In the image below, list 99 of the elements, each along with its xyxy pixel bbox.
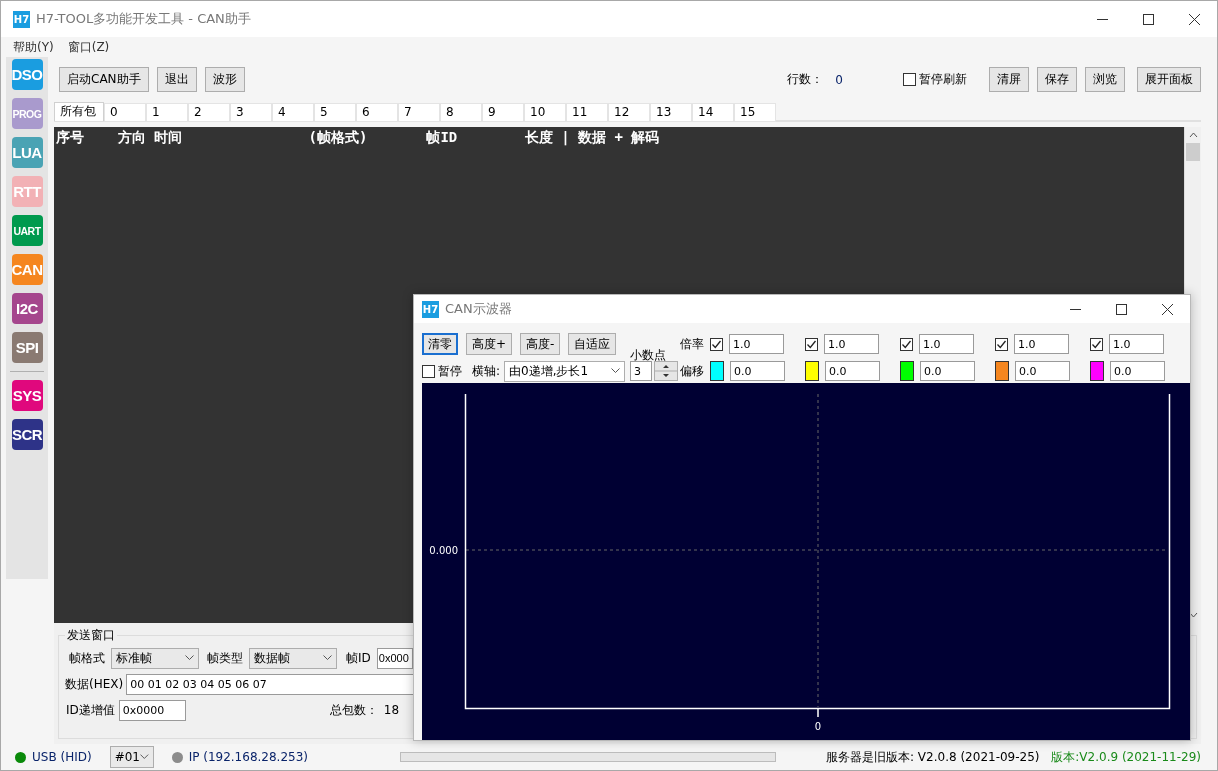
y-tick-label: 0.000	[429, 545, 458, 556]
total-count: 18	[383, 703, 400, 718]
toolbar-button[interactable]: 清屏	[989, 67, 1029, 93]
window-title: H7-TOOL多功能开发工具 - CAN助手	[36, 10, 252, 28]
input-field[interactable]: 0x0000	[118, 699, 186, 721]
tab[interactable]: 1	[146, 102, 188, 122]
checkbox[interactable]	[995, 337, 1008, 351]
tool-badge[interactable]: I2C	[11, 293, 43, 324]
tab[interactable]: 11	[566, 102, 608, 122]
scale-field[interactable]: 1.0	[919, 334, 974, 354]
server-version: 服务器是旧版本: V2.0.8 (2021-09-25)	[826, 748, 1040, 766]
dropdown[interactable]: 数据帧	[249, 647, 337, 669]
toolbar-button[interactable]: 启动CAN助手	[59, 67, 149, 93]
scale-field[interactable]: 1.0	[729, 334, 784, 354]
field-label: 数据(HEX)	[65, 675, 124, 693]
offset-field[interactable]: 0.0	[1015, 361, 1070, 381]
tab[interactable]: 5	[314, 102, 356, 122]
spinner-arrows-icon[interactable]	[654, 361, 678, 381]
tab[interactable]: 6	[356, 102, 398, 122]
tab[interactable]: 所有包	[54, 101, 104, 121]
tool-badge[interactable]: SCR	[11, 419, 43, 450]
checkbox[interactable]	[710, 337, 723, 351]
input-field[interactable]: 0x000	[376, 647, 413, 669]
tab[interactable]: 7	[398, 102, 440, 122]
tool-badge[interactable]: UART	[11, 215, 43, 246]
offset-label: 偏移	[680, 362, 704, 380]
checkbox[interactable]	[805, 337, 818, 351]
scroll-thumb[interactable]	[1186, 142, 1200, 161]
total-label: 总包数：	[329, 701, 378, 719]
field-label: 帧类型	[207, 649, 243, 667]
app-version: 版本:V2.0.9 (2021-11-29)	[1051, 748, 1201, 766]
channel-color-swatch[interactable]	[995, 361, 1009, 381]
scale-label: 倍率	[680, 335, 704, 353]
channel-color-swatch[interactable]	[710, 361, 724, 381]
app-logo: H7	[13, 10, 30, 28]
offset-field[interactable]: 0.0	[825, 361, 880, 381]
field-label: 帧格式	[69, 649, 105, 667]
checkbox[interactable]	[900, 337, 913, 351]
device-dropdown[interactable]: #01	[109, 746, 154, 768]
tab[interactable]: 12	[608, 102, 650, 122]
close-icon	[1188, 13, 1200, 25]
toolbar-button[interactable]: 波形	[204, 67, 245, 93]
checkbox[interactable]: 暂停刷新	[903, 71, 967, 89]
field-label: 帧ID	[346, 649, 371, 667]
x-axis-dropdown[interactable]: 由0递增,步长1	[504, 360, 626, 382]
toolbar-button[interactable]: 退出	[156, 67, 197, 93]
toolbar-button[interactable]: 展开面板	[1137, 67, 1201, 93]
toolbar-button[interactable]: 浏览	[1085, 67, 1125, 93]
tab[interactable]: 9	[482, 102, 524, 122]
field-label: ID递增值	[66, 701, 115, 719]
chevron-down-icon	[611, 368, 621, 374]
checkbox[interactable]: 暂停	[422, 362, 462, 380]
scale-field[interactable]: 1.0	[824, 334, 879, 354]
log-header: 序号 方向 时间 (帧格式) 帧ID 长度 | 数据 + 解码	[56, 128, 661, 147]
decimals-field[interactable]: 3	[630, 361, 652, 381]
group-title: 发送窗口	[66, 626, 116, 644]
row-count: 0	[835, 72, 843, 87]
offset-field[interactable]: 0.0	[1110, 361, 1165, 381]
tab[interactable]: 8	[440, 102, 482, 122]
tab[interactable]: 2	[188, 102, 230, 122]
toolbar-button[interactable]: 保存	[1037, 67, 1077, 93]
x-tick-label: 0	[814, 721, 822, 732]
maximize-icon	[1115, 303, 1127, 315]
window-title: CAN示波器	[445, 300, 513, 318]
usb-status: USB (HID)	[32, 750, 92, 764]
scale-field[interactable]: 1.0	[1014, 334, 1069, 354]
channel-color-swatch[interactable]	[900, 361, 914, 381]
scope-button[interactable]: 高度-	[520, 333, 561, 355]
tab[interactable]: 0	[104, 102, 146, 122]
chevron-down-icon	[323, 655, 332, 662]
tool-badge[interactable]: SYS	[11, 380, 43, 411]
scale-field[interactable]: 1.0	[1109, 334, 1164, 354]
app-logo: H7	[422, 300, 439, 318]
checkbox[interactable]	[1090, 337, 1103, 351]
chevron-down-icon	[185, 655, 194, 662]
close-icon	[1161, 303, 1173, 315]
channel-color-swatch[interactable]	[805, 361, 819, 381]
tool-badge[interactable]: SPI	[11, 332, 43, 363]
scope-button[interactable]: 高度+	[466, 333, 513, 355]
maximize-icon	[1142, 13, 1154, 25]
row-count-label: 行数：	[787, 71, 824, 89]
offset-field[interactable]: 0.0	[920, 361, 975, 381]
ip-status: IP (192.168.28.253)	[188, 750, 308, 764]
channel-color-swatch[interactable]	[1090, 361, 1104, 381]
tab[interactable]: 13	[650, 102, 692, 122]
tab[interactable]: 15	[734, 102, 776, 122]
menu-item[interactable]: 窗口(Z)	[67, 38, 110, 56]
tab[interactable]: 4	[272, 102, 314, 122]
tab[interactable]: 10	[524, 102, 566, 122]
x-axis-label: 横轴:	[472, 362, 501, 380]
menu-item[interactable]: 帮助(Y)	[13, 38, 54, 56]
chevron-down-icon	[139, 754, 149, 760]
dropdown[interactable]: 标准帧	[111, 647, 199, 669]
scope-button[interactable]: 清零	[422, 333, 458, 355]
offset-field[interactable]: 0.0	[730, 361, 785, 381]
tab[interactable]: 14	[692, 102, 734, 122]
decimals-label: 小数点	[630, 347, 666, 364]
scope-button[interactable]: 自适应	[568, 333, 617, 355]
tab[interactable]: 3	[230, 102, 272, 122]
